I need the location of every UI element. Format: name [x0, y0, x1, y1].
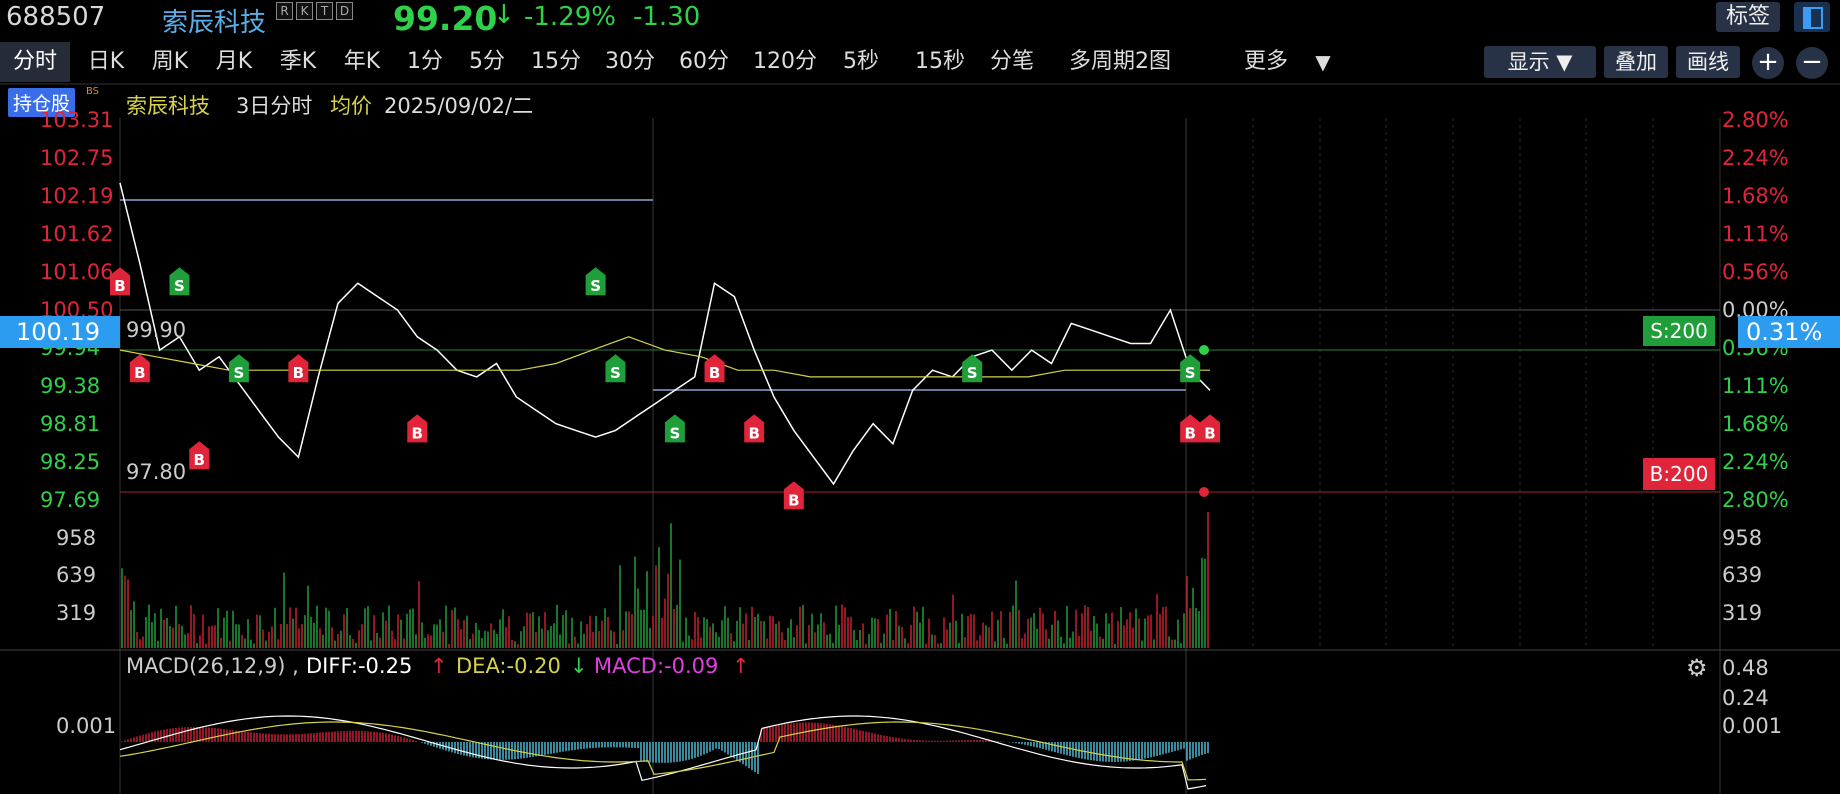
volume-axis-right-low: 319: [1722, 601, 1763, 625]
right-axis-label: 1.11%: [1722, 222, 1789, 246]
dea-line: [119, 721, 1207, 781]
buy-order-dot: [1199, 487, 1209, 497]
right-axis-label: 1.68%: [1722, 412, 1789, 436]
dea-down-arrow-icon: ↓: [570, 654, 588, 678]
right-axis-label: 1.11%: [1722, 374, 1789, 398]
sell-order-tag[interactable]: S:200: [1643, 316, 1715, 346]
low-price-label: 97.80: [126, 460, 187, 484]
buy-marker[interactable]: B: [129, 354, 150, 383]
macd-dea: DEA:-0.20: [456, 654, 561, 678]
left-axis-label: 98.81: [40, 412, 101, 436]
buy-marker[interactable]: B: [704, 354, 725, 383]
macd-right-axis-2: 0.001: [1722, 714, 1783, 738]
volume-axis-right-high: 958: [1722, 526, 1763, 550]
volume-axis-left-low: 319: [56, 601, 97, 625]
left-axis-label: 98.25: [40, 450, 101, 474]
right-axis-label: 2.80%: [1722, 488, 1789, 512]
buy-order-tag[interactable]: B:200: [1643, 458, 1715, 490]
buy-marker[interactable]: B: [744, 414, 765, 443]
sell-marker[interactable]: S: [1180, 354, 1201, 383]
left-axis-label: 99.38: [40, 374, 101, 398]
current-percent-box: 0.31%: [1738, 316, 1840, 348]
volume-axis-left-mid: 639: [56, 563, 97, 587]
svg-text:S: S: [610, 364, 621, 382]
left-axis-label: 103.31: [40, 108, 114, 132]
macd-value: MACD:-0.09: [594, 654, 719, 678]
svg-text:B: B: [709, 364, 720, 382]
svg-text:S: S: [234, 364, 245, 382]
macd-left-axis: 0.001: [56, 714, 117, 738]
macd-right-axis-0: 0.48: [1722, 656, 1769, 680]
volume-axis-right-mid: 639: [1722, 563, 1763, 587]
current-price-box: 100.19: [0, 316, 120, 348]
sell-marker[interactable]: S: [664, 414, 685, 443]
macd-up-arrow-icon: ↑: [732, 654, 750, 678]
macd-right-axis-1: 0.24: [1722, 686, 1769, 710]
left-axis-label: 102.75: [40, 146, 114, 170]
gear-icon[interactable]: ⚙: [1686, 654, 1708, 682]
macd-params: MACD(26,12,9) ,: [126, 654, 299, 678]
svg-text:S: S: [1185, 364, 1196, 382]
buy-marker[interactable]: B: [288, 354, 309, 383]
left-axis-label: 101.62: [40, 222, 114, 246]
svg-text:S: S: [174, 277, 185, 295]
buy-marker[interactable]: B: [783, 481, 804, 510]
svg-text:B: B: [194, 451, 205, 469]
buy-marker[interactable]: B: [407, 414, 428, 443]
svg-text:B: B: [788, 491, 799, 509]
svg-text:B: B: [134, 364, 145, 382]
right-axis-label: 2.24%: [1722, 450, 1789, 474]
svg-text:B: B: [293, 364, 304, 382]
right-axis-label: 0.56%: [1722, 260, 1789, 284]
volume-axis-left-high: 958: [56, 526, 97, 550]
svg-text:S: S: [967, 364, 978, 382]
svg-text:S: S: [670, 424, 681, 442]
right-axis-label: 1.68%: [1722, 184, 1789, 208]
left-axis-label: 102.19: [40, 184, 114, 208]
sell-marker[interactable]: S: [962, 354, 983, 383]
left-axis-label: 97.69: [40, 488, 101, 512]
right-axis-label: 2.24%: [1722, 146, 1789, 170]
buy-marker[interactable]: B: [1180, 414, 1201, 443]
svg-text:S: S: [590, 277, 601, 295]
diff-up-arrow-icon: ↑: [430, 654, 448, 678]
sell-marker[interactable]: S: [605, 354, 626, 383]
svg-text:B: B: [748, 424, 759, 442]
avg-price-line: [119, 336, 1210, 378]
sell-marker[interactable]: S: [585, 267, 606, 296]
diff-line: [119, 715, 1207, 790]
high-price-label: 99.90: [126, 318, 187, 342]
sell-marker[interactable]: S: [228, 354, 249, 383]
svg-text:B: B: [1204, 424, 1215, 442]
right-axis-label: 2.80%: [1722, 108, 1789, 132]
sell-marker[interactable]: S: [169, 267, 190, 296]
buy-marker[interactable]: B: [1200, 414, 1220, 443]
sell-order-dot: [1199, 345, 1209, 355]
svg-text:B: B: [412, 424, 423, 442]
svg-text:B: B: [1184, 424, 1195, 442]
left-axis-label: 101.06: [40, 260, 114, 284]
macd-diff: DIFF:-0.25: [306, 654, 413, 678]
svg-text:B: B: [114, 277, 125, 295]
buy-marker[interactable]: B: [189, 441, 210, 470]
